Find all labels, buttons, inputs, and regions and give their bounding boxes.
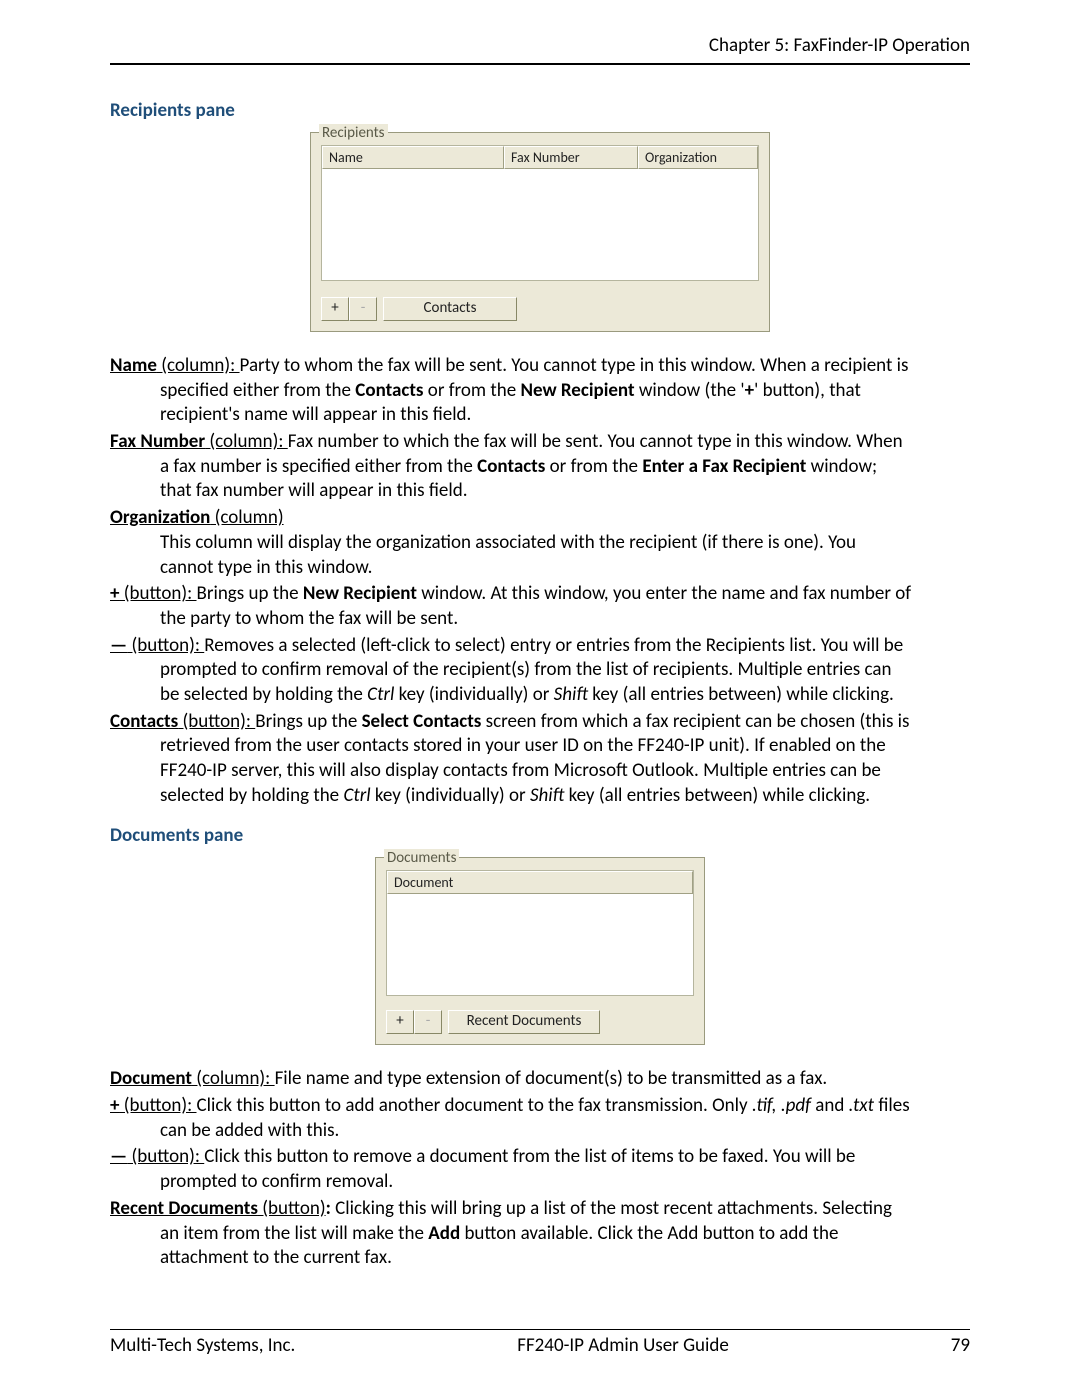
desc-minus: — (button): Removes a selected (left-cli…: [110, 634, 970, 708]
recipients-pane: Recipients Name Fax Number Organization …: [310, 132, 770, 332]
desc-contacts: Contacts (button): Brings up the Select …: [110, 710, 970, 809]
documents-section-title: Documents pane: [110, 824, 970, 847]
recipients-remove-button[interactable]: -: [349, 297, 377, 321]
documents-descriptions: Document (column): File name and type ex…: [110, 1067, 970, 1271]
recipients-col-name[interactable]: Name: [322, 146, 504, 169]
documents-recent-button[interactable]: Recent Documents: [448, 1010, 600, 1034]
footer-left: Multi-Tech Systems, Inc.: [110, 1334, 295, 1357]
recipients-section-title: Recipients pane: [110, 99, 970, 122]
documents-pane: Documents Document + - Recent Documents: [375, 857, 705, 1045]
recipients-legend: Recipients: [319, 124, 388, 142]
footer-center: FF240-IP Admin User Guide: [517, 1334, 729, 1357]
page-header: Chapter 5: FaxFinder-IP Operation: [110, 34, 970, 65]
desc-name: Name (column): Party to whom the fax wil…: [110, 354, 970, 428]
desc-plus: + (button): Brings up the New Recipient …: [110, 582, 970, 631]
documents-add-button[interactable]: +: [386, 1010, 414, 1034]
desc-doc-minus: — (button): Click this button to remove …: [110, 1145, 970, 1194]
label-name: (column):: [157, 354, 240, 377]
documents-remove-button[interactable]: -: [414, 1010, 442, 1034]
footer-page-number: 79: [951, 1334, 970, 1357]
term-name: Name: [110, 354, 157, 377]
page-footer: Multi-Tech Systems, Inc. FF240-IP Admin …: [110, 1329, 970, 1357]
desc-recent: Recent Documents (button): Clicking this…: [110, 1197, 970, 1271]
desc-org: Organization (column) This column will d…: [110, 506, 970, 580]
recipients-col-fax[interactable]: Fax Number: [504, 146, 638, 169]
documents-list: Document: [386, 870, 694, 996]
documents-legend: Documents: [384, 849, 459, 867]
documents-col-document[interactable]: Document: [387, 871, 693, 894]
chapter-label: Chapter 5: FaxFinder-IP Operation: [709, 34, 970, 57]
recipients-list: Name Fax Number Organization: [321, 145, 759, 281]
recipients-add-button[interactable]: +: [321, 297, 349, 321]
desc-doc-plus: + (button): Click this button to add ano…: [110, 1094, 970, 1143]
desc-fax: Fax Number (column): Fax number to which…: [110, 430, 970, 504]
recipients-header-row: Name Fax Number Organization: [322, 146, 758, 169]
recipients-contacts-button[interactable]: Contacts: [383, 297, 517, 321]
recipients-col-org[interactable]: Organization: [638, 146, 758, 169]
recipients-descriptions: Name (column): Party to whom the fax wil…: [110, 354, 970, 808]
desc-document: Document (column): File name and type ex…: [110, 1067, 970, 1092]
